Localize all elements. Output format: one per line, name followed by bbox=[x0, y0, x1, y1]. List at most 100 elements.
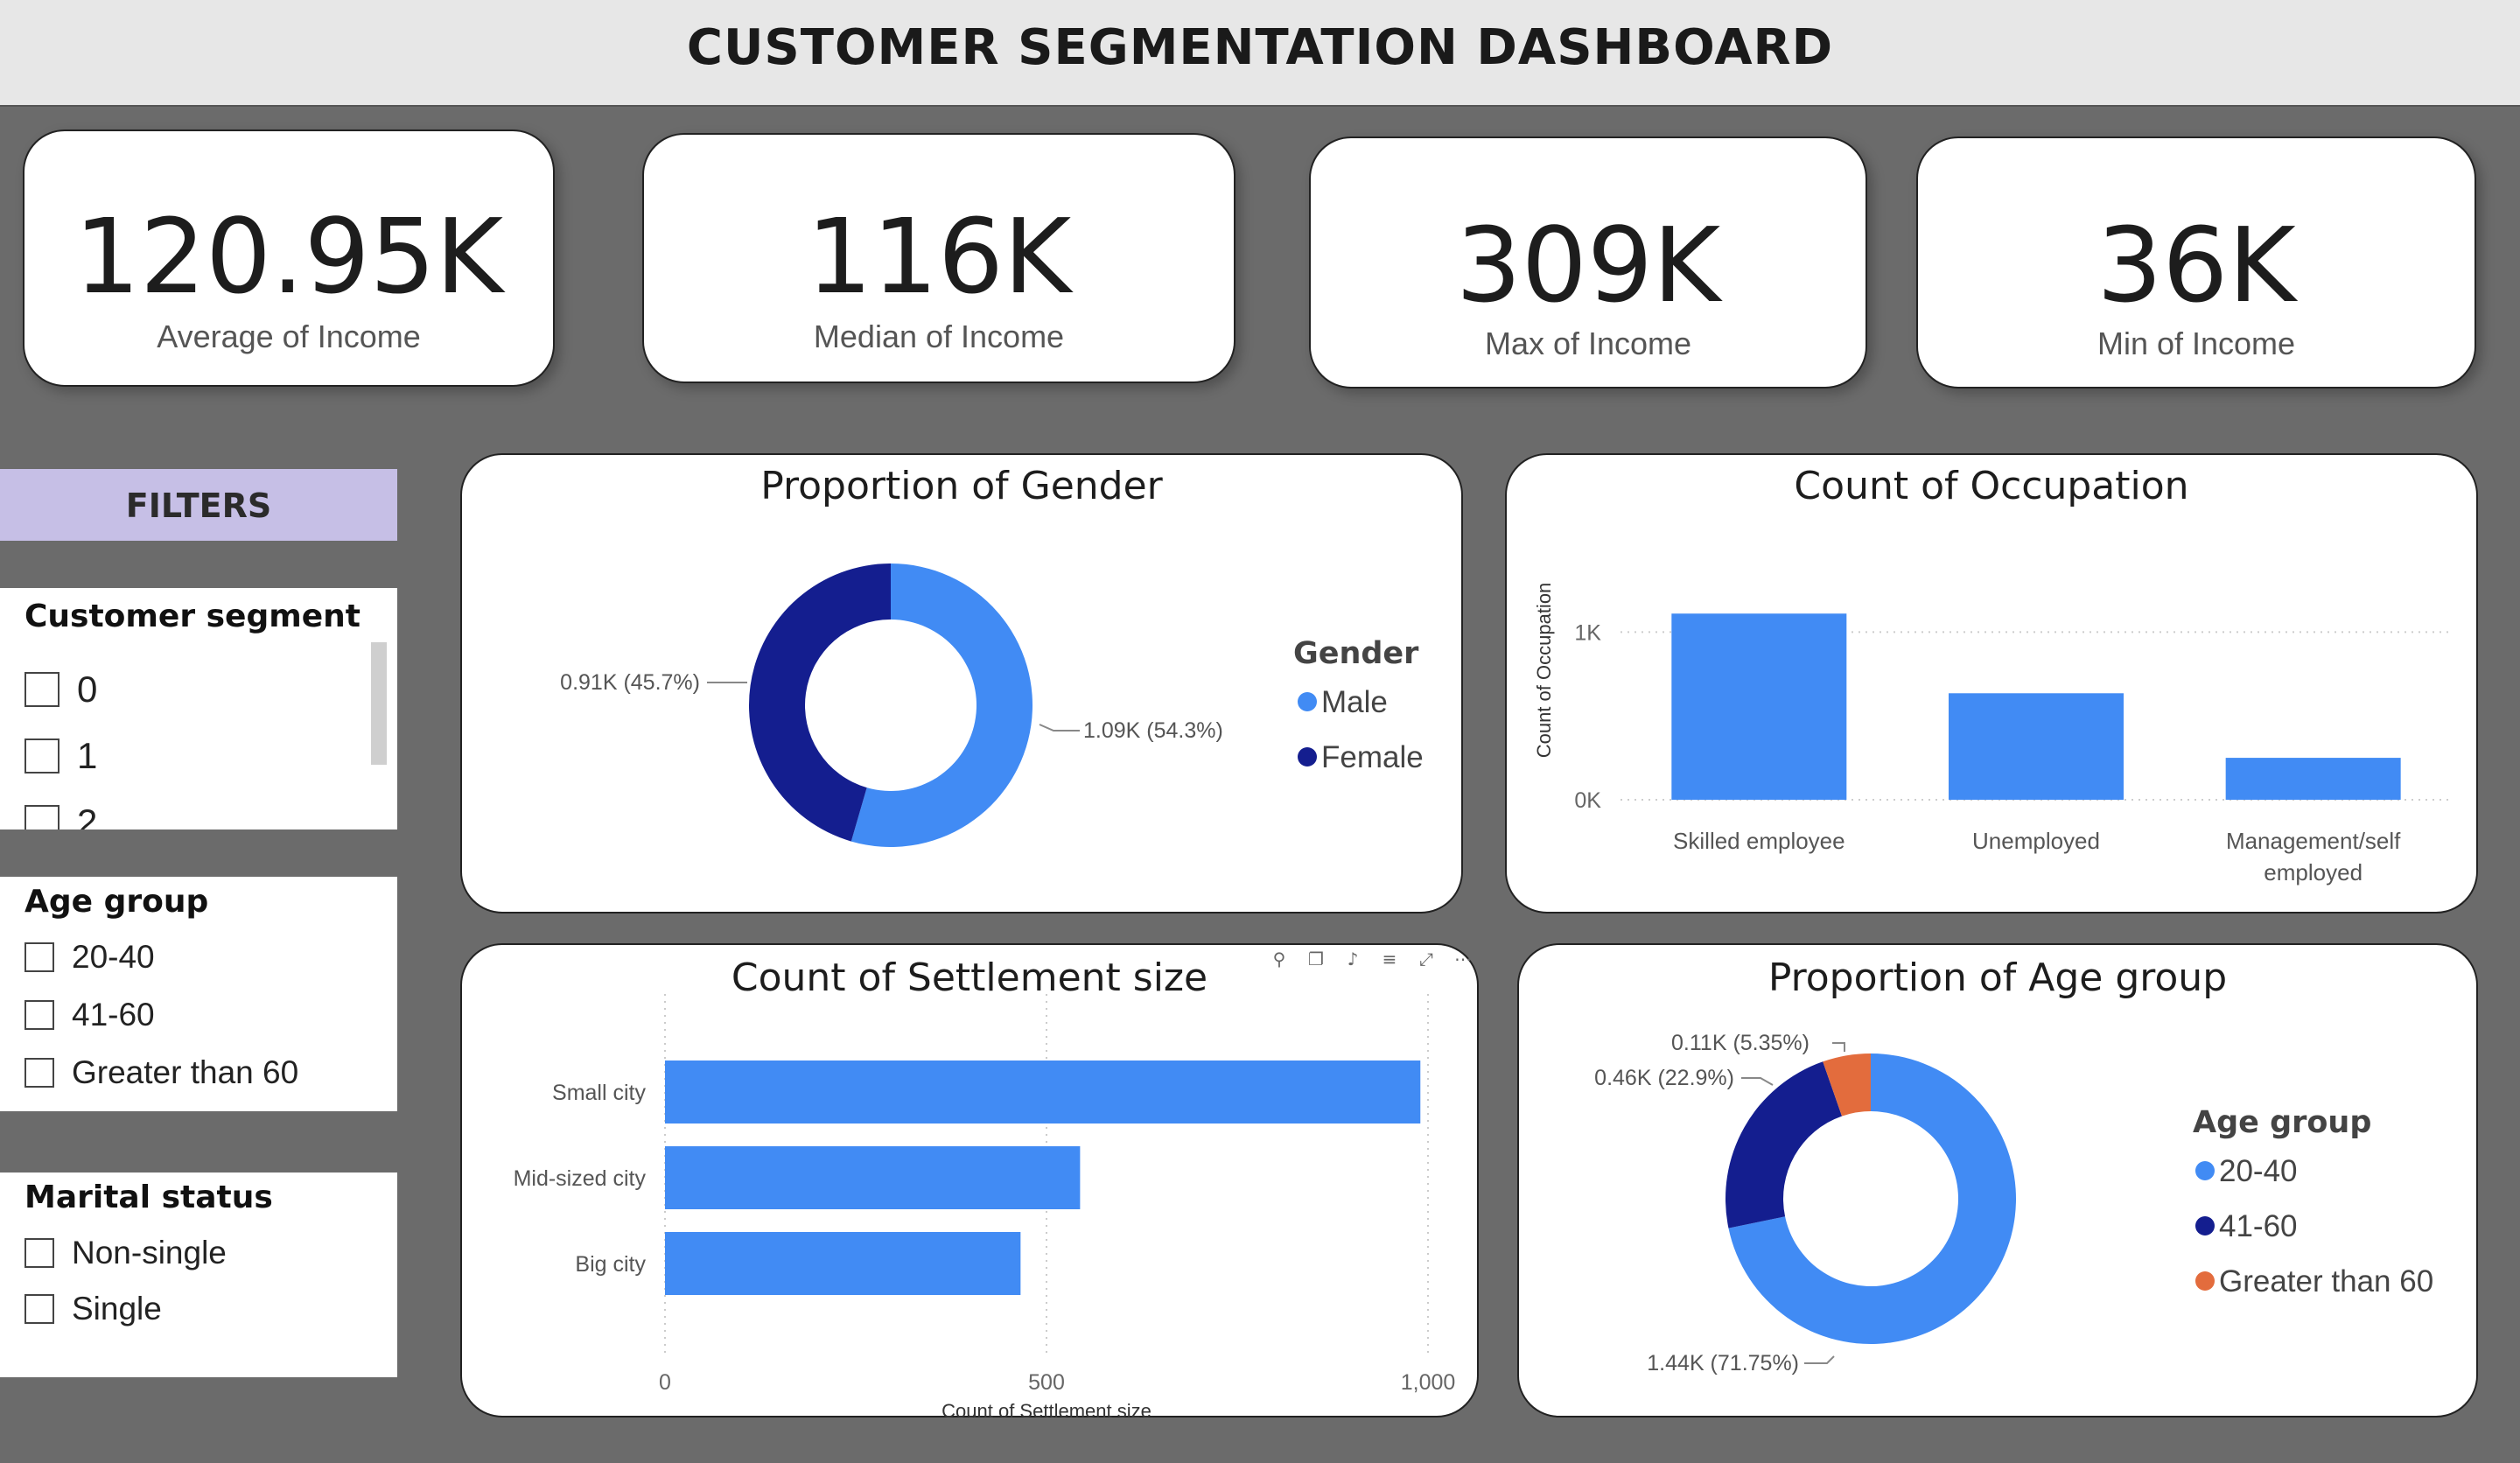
option-label: 1 bbox=[77, 735, 98, 776]
bar-skilled-employee bbox=[1671, 613, 1847, 800]
legend-label: 20-40 bbox=[2219, 1154, 2298, 1188]
checkbox[interactable] bbox=[24, 1000, 54, 1030]
option-label: 41-60 bbox=[72, 997, 155, 1032]
option-label: 0 bbox=[77, 668, 98, 710]
copy-icon[interactable]: ❐ bbox=[1304, 947, 1328, 971]
bar-mid-sized-city bbox=[665, 1146, 1081, 1209]
legend-marker bbox=[2195, 1216, 2215, 1236]
slicer-option-segment-2[interactable]: 2 bbox=[24, 802, 98, 830]
option-label: Non-single bbox=[72, 1235, 227, 1270]
y-tick-label: Mid-sized city bbox=[514, 1166, 647, 1191]
label-leader-line bbox=[1804, 1355, 1835, 1364]
kpi-value: 36K bbox=[2096, 205, 2296, 326]
legend-label: 41-60 bbox=[2219, 1209, 2298, 1243]
data-label: 1.44K (71.75%) bbox=[1647, 1351, 1799, 1376]
y-axis-title: Count of Occupation bbox=[1533, 583, 1555, 759]
bar-management-self-employed bbox=[2225, 758, 2401, 800]
legend-label: Male bbox=[1321, 685, 1388, 719]
slicer-option-age-41-60[interactable]: 41-60 bbox=[24, 997, 155, 1032]
kpi-label: Average of Income bbox=[157, 318, 421, 354]
slicer-option-segment-0[interactable]: 0 bbox=[24, 668, 97, 710]
legend-label: Female bbox=[1321, 740, 1424, 774]
checkbox[interactable] bbox=[24, 1058, 54, 1088]
legend-marker bbox=[1298, 692, 1317, 711]
slicer-title: Marital status bbox=[24, 1180, 273, 1215]
option-label: 2 bbox=[77, 802, 98, 830]
dashboard-title: CUSTOMER SEGMENTATION DASHBOARD bbox=[686, 19, 1834, 76]
x-tick-label: employed bbox=[2264, 859, 2362, 886]
y-tick-label: 0K bbox=[1574, 788, 1601, 813]
dashboard-header: CUSTOMER SEGMENTATION DASHBOARD bbox=[0, 0, 2520, 107]
pin-icon[interactable]: ⚲ bbox=[1267, 947, 1292, 971]
legend-title: Age group bbox=[2193, 1105, 2371, 1140]
kpi-label: Min of Income bbox=[2096, 326, 2296, 361]
x-tick-label: 1,000 bbox=[1401, 1370, 1456, 1395]
checkbox[interactable] bbox=[24, 942, 54, 972]
bar-big-city bbox=[665, 1232, 1021, 1295]
filter-icon[interactable]: ≡ bbox=[1377, 947, 1402, 971]
kpi-card-median-income[interactable]: 116K Median of Income bbox=[642, 133, 1236, 383]
age-group-donut-chart: 1.44K (71.75%) 0.46K (22.9%) 0.11K (5.35%)… bbox=[1594, 1031, 2433, 1376]
legend-marker bbox=[2195, 1161, 2215, 1180]
kpi-card-max-income[interactable]: 309K Max of Income bbox=[1309, 136, 1867, 388]
slicer-title: Age group bbox=[24, 884, 209, 920]
settlement-bar-chart: 0 500 1,000 Count of Settlement size Small c… bbox=[514, 994, 1456, 1419]
kpi-value: 120.95K bbox=[74, 196, 504, 317]
slicer-customer-segment: Customer segment 0 1 2 bbox=[0, 588, 397, 830]
option-label: Greater than 60 bbox=[72, 1054, 299, 1090]
legend-marker bbox=[1298, 747, 1317, 766]
slicer-age-group: Age group 20-40 41-60 Greater than 60 bbox=[0, 877, 397, 1111]
slicer-title: Customer segment bbox=[24, 598, 361, 634]
slicer-option-age-over-60[interactable]: Greater than 60 bbox=[24, 1054, 299, 1090]
legend-label: Greater than 60 bbox=[2219, 1264, 2433, 1298]
label-leader-line bbox=[1039, 724, 1080, 732]
y-tick-label: 1K bbox=[1574, 620, 1601, 645]
x-tick-label: 500 bbox=[1028, 1370, 1065, 1395]
visual-header-toolbar: ⚲ ❐ ♪ ≡ ⤢ ⋯ bbox=[1267, 947, 1475, 971]
chart-card-age-group[interactable]: Proportion of Age group 1.44K (71.75%) 0.… bbox=[1517, 943, 2478, 1418]
option-label: 20-40 bbox=[72, 939, 155, 975]
slicer-option-age-20-40[interactable]: 20-40 bbox=[24, 939, 155, 975]
bell-icon[interactable]: ♪ bbox=[1340, 947, 1365, 971]
kpi-label: Median of Income bbox=[813, 318, 1065, 354]
data-label: 0.91K (45.7%) bbox=[560, 670, 700, 695]
checkbox[interactable] bbox=[24, 738, 60, 774]
occupation-bar-chart: 0K 1K Count of Occupation Skilled employee U… bbox=[1533, 583, 2452, 886]
checkbox[interactable] bbox=[24, 1294, 54, 1324]
option-label: Single bbox=[72, 1291, 162, 1326]
gender-donut-chart: 1.09K (54.3%) 0.91K (45.7%) Gender Male Fema… bbox=[560, 564, 1424, 847]
kpi-label: Max of Income bbox=[1484, 326, 1692, 361]
x-tick-label: Management/self bbox=[2226, 828, 2401, 854]
data-label: 0.11K (5.35%) bbox=[1671, 1031, 1810, 1055]
y-tick-label: Small city bbox=[552, 1081, 646, 1105]
filters-header: FILTERS bbox=[0, 469, 397, 541]
kpi-value: 309K bbox=[1455, 205, 1721, 326]
checkbox[interactable] bbox=[24, 805, 60, 830]
x-tick-label: Skilled employee bbox=[1673, 828, 1845, 854]
focus-mode-icon[interactable]: ⤢ bbox=[1414, 947, 1438, 971]
bar-small-city bbox=[665, 1060, 1421, 1124]
kpi-value: 116K bbox=[806, 196, 1072, 317]
checkbox[interactable] bbox=[24, 672, 60, 707]
label-leader-line bbox=[1832, 1042, 1845, 1052]
checkbox[interactable] bbox=[24, 1238, 54, 1268]
more-options-icon[interactable]: ⋯ bbox=[1451, 947, 1475, 971]
slicer-option-non-single[interactable]: Non-single bbox=[24, 1235, 227, 1270]
x-axis-title: Count of Settlement size bbox=[942, 1400, 1152, 1419]
data-label: 1.09K (54.3%) bbox=[1083, 718, 1223, 743]
legend-marker bbox=[2195, 1271, 2215, 1291]
x-tick-label: 0 bbox=[659, 1370, 671, 1395]
y-tick-label: Big city bbox=[575, 1252, 646, 1277]
kpi-card-min-income[interactable]: 36K Min of Income bbox=[1916, 136, 2476, 388]
chart-card-occupation[interactable]: Count of Occupation 0K 1K Count of Occupat… bbox=[1505, 453, 2478, 914]
slicer-scrollbar[interactable] bbox=[371, 642, 387, 765]
chart-card-settlement[interactable]: Count of Settlement size 0 500 1,000 Count … bbox=[460, 943, 1479, 1419]
slicer-option-single[interactable]: Single bbox=[24, 1291, 162, 1326]
filters-title: FILTERS bbox=[125, 486, 272, 525]
data-label: 0.46K (22.9%) bbox=[1594, 1066, 1734, 1090]
slicer-option-segment-1[interactable]: 1 bbox=[24, 735, 98, 776]
chart-card-gender[interactable]: Proportion of Gender 1.09K (54.3%) 0.91K … bbox=[460, 453, 1463, 914]
x-tick-label: Unemployed bbox=[1972, 828, 2100, 854]
kpi-card-average-income[interactable]: 120.95K Average of Income bbox=[23, 130, 555, 387]
slicer-marital-status: Marital status Non-single Single bbox=[0, 1172, 397, 1377]
